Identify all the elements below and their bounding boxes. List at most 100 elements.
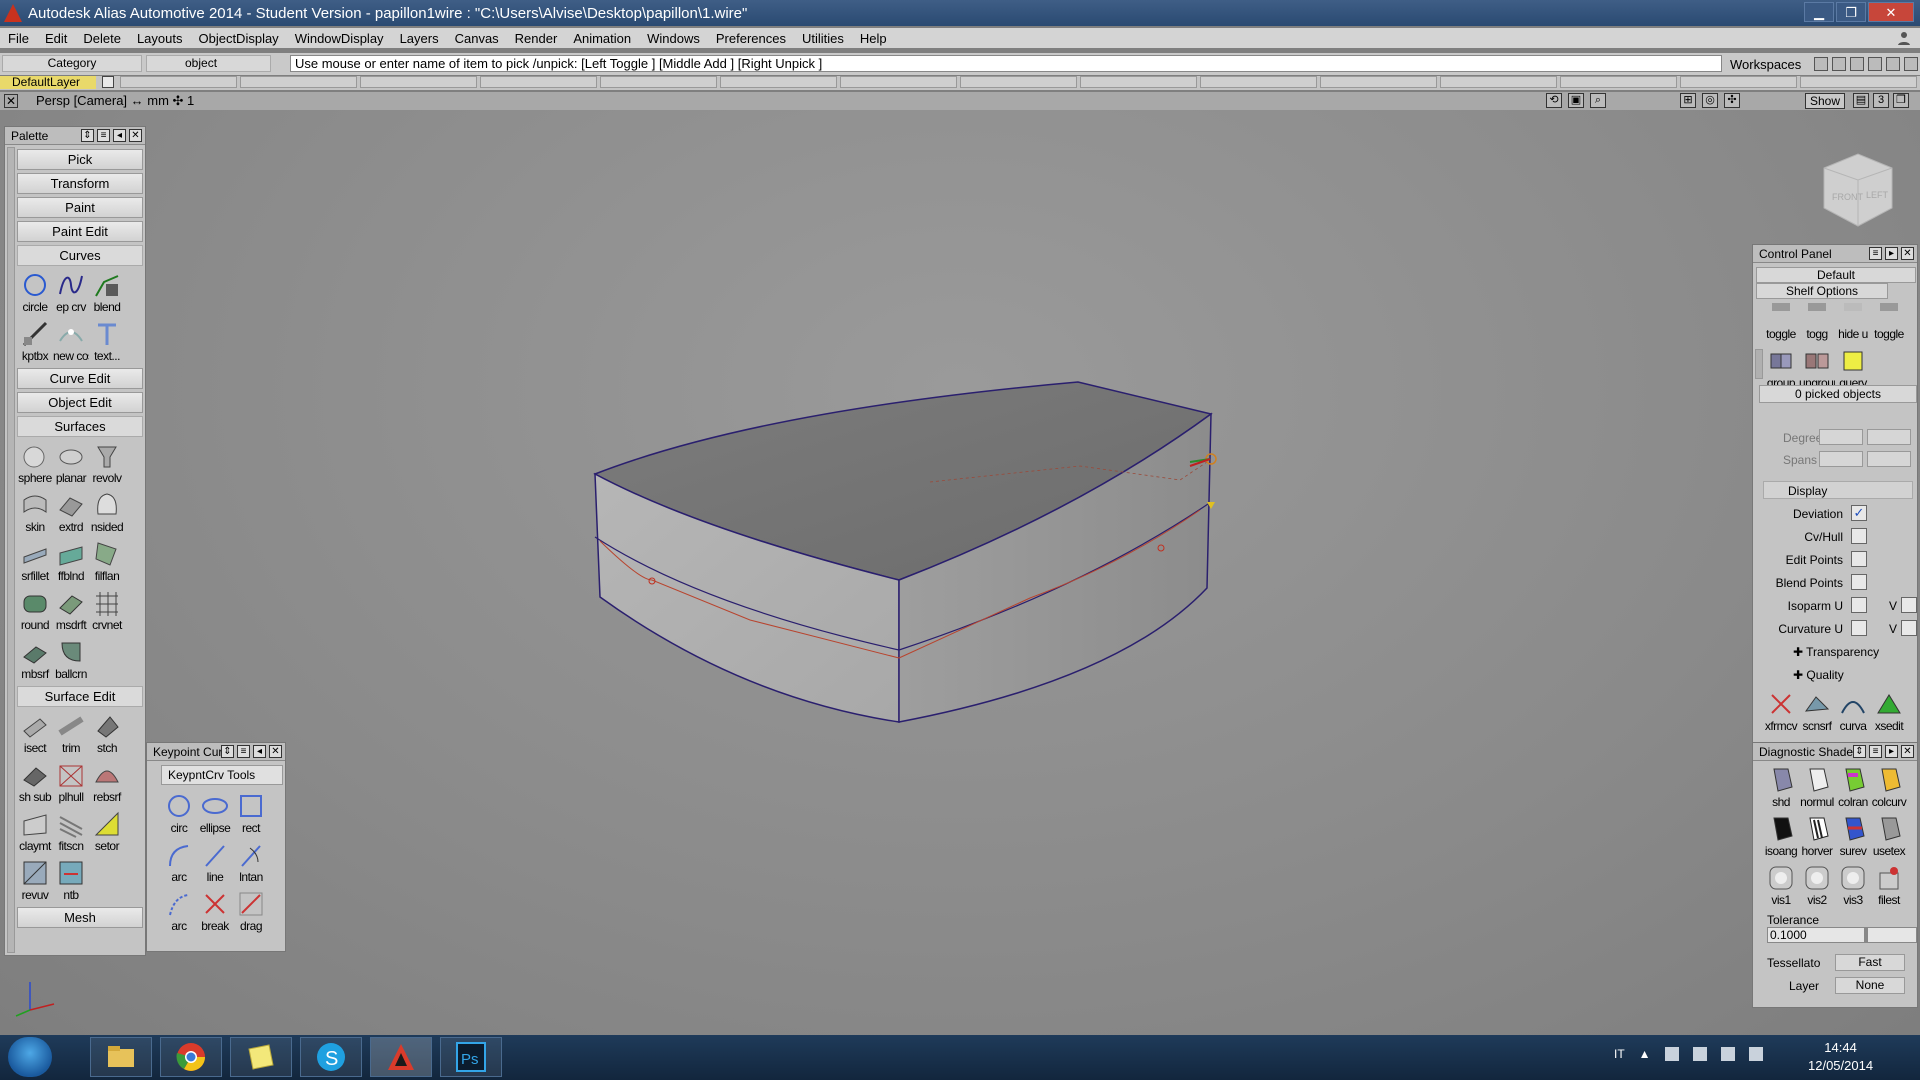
zoom-icon[interactable]: ⌕	[1590, 93, 1606, 108]
rectangle-tool[interactable]: rect	[233, 789, 269, 838]
set-orientation-tool[interactable]: setor	[89, 807, 125, 856]
frame-icon[interactable]: ⊞	[1680, 93, 1696, 108]
paint-button[interactable]: Paint	[17, 197, 143, 218]
curvature-tool[interactable]: curva	[1835, 687, 1871, 736]
photoshop-taskbar-button[interactable]: Ps	[440, 1037, 502, 1077]
shell-subtract-tool[interactable]: sh sub	[17, 758, 53, 807]
skin-tool[interactable]: skin	[17, 488, 53, 537]
list-icon[interactable]: ≡	[1869, 247, 1882, 260]
use-texture-tool[interactable]: usetex	[1871, 812, 1907, 861]
menu-edit[interactable]: Edit	[37, 31, 75, 46]
curve-network-tool[interactable]: crvnet	[89, 586, 125, 635]
drag-tool[interactable]: drag	[233, 887, 269, 936]
menu-preferences[interactable]: Preferences	[708, 31, 794, 46]
layer-slot[interactable]	[1440, 76, 1557, 88]
layout-single-icon[interactable]: ▤	[1853, 93, 1869, 108]
list-icon[interactable]: ≡	[237, 745, 250, 758]
layer-slot[interactable]	[360, 76, 477, 88]
line-tangent-tool[interactable]: lntan	[233, 838, 269, 887]
layer-slot[interactable]	[720, 76, 837, 88]
horizontal-vertical-tool[interactable]: horver	[1799, 812, 1835, 861]
camera-label[interactable]: Persp [Camera] ↔ mm ✣ 1	[36, 93, 194, 109]
track-icon[interactable]: ▣	[1568, 93, 1584, 108]
snap-icon[interactable]	[1832, 57, 1846, 71]
sort-icon[interactable]: ⇕	[221, 745, 234, 758]
sort-icon[interactable]: ⇕	[1853, 745, 1866, 758]
layer-slot[interactable]	[1200, 76, 1317, 88]
tolerance-field[interactable]: 0.1000	[1767, 927, 1917, 943]
sort-icon[interactable]: ⇕	[81, 129, 94, 142]
degree-u-field[interactable]	[1819, 429, 1863, 445]
close-icon[interactable]: ✕	[1901, 247, 1914, 260]
keypoint-box-tool[interactable]: kptbx	[17, 317, 53, 366]
planar-hull-tool[interactable]: plhull	[53, 758, 89, 807]
menu-layouts[interactable]: Layouts	[129, 31, 191, 46]
layer-slot[interactable]	[120, 76, 237, 88]
stitch-tool[interactable]: stch	[89, 709, 125, 758]
viewport-close-button[interactable]: ✕	[4, 94, 18, 108]
isoangle-tool[interactable]: isoang	[1763, 812, 1799, 861]
hide-unselected-tool[interactable]: hide u	[1835, 295, 1871, 344]
layer-slot[interactable]	[960, 76, 1077, 88]
rebuild-surface-tool[interactable]: rebsrf	[89, 758, 125, 807]
paint-edit-button[interactable]: Paint Edit	[17, 221, 143, 242]
nsided-tool[interactable]: nsided	[89, 488, 125, 537]
curves-section[interactable]: Curves	[17, 245, 143, 266]
deviation-checkbox[interactable]: ✓	[1851, 505, 1867, 521]
close-button[interactable]: ✕	[1868, 2, 1914, 22]
shaded-tool[interactable]: shd	[1763, 763, 1799, 812]
surfaces-section[interactable]: Surfaces	[17, 416, 143, 437]
action-center-icon[interactable]	[1748, 1047, 1763, 1061]
layer-slot[interactable]	[1800, 76, 1917, 88]
object-edit-button[interactable]: Object Edit	[17, 392, 143, 413]
keypoint-circle-tool[interactable]: circ	[161, 789, 197, 838]
break-tool[interactable]: break	[197, 887, 233, 936]
ep-curve-tool[interactable]: ep crv	[53, 268, 89, 317]
notes-taskbar-button[interactable]	[230, 1037, 292, 1077]
control-panel-scrollbar[interactable]	[1755, 349, 1763, 379]
close-icon[interactable]: ✕	[1901, 745, 1914, 758]
signal-icon[interactable]	[1720, 1047, 1735, 1061]
expand-icon[interactable]: ▸	[1885, 745, 1898, 758]
fit-scan-tool[interactable]: fitscn	[53, 807, 89, 856]
layer-slot[interactable]	[840, 76, 957, 88]
spans-u-field[interactable]	[1819, 451, 1863, 467]
network-adapter-icon[interactable]	[1664, 1047, 1679, 1061]
arrow-right-icon[interactable]	[1904, 57, 1918, 71]
text-tool[interactable]: text...	[89, 317, 125, 366]
expand-icon[interactable]: ▸	[1885, 247, 1898, 260]
category-field[interactable]: Category	[2, 55, 142, 72]
menu-delete[interactable]: Delete	[75, 31, 129, 46]
cross-section-edit-tool[interactable]: xsedit	[1871, 687, 1907, 736]
show-hidden-icons[interactable]: ▲	[1639, 1047, 1651, 1061]
sphere-tool[interactable]: sphere	[17, 439, 53, 488]
color-curvature-tool[interactable]: colcurv	[1871, 763, 1907, 812]
layer-slot[interactable]	[1680, 76, 1797, 88]
color-random-tool[interactable]: colran	[1835, 763, 1871, 812]
tolerance-slider-knob[interactable]	[1864, 928, 1868, 942]
ntb-tool[interactable]: ntb	[53, 856, 89, 905]
ball-corner-tool[interactable]: ballcrn	[53, 635, 89, 684]
arc-tool[interactable]: arc	[161, 838, 197, 887]
palette-scrollbar[interactable]	[7, 147, 15, 953]
user-icon[interactable]	[1896, 30, 1912, 46]
grid-icon[interactable]	[1850, 57, 1864, 71]
degree-v-field[interactable]	[1867, 429, 1911, 445]
freeform-blend-tool[interactable]: ffblnd	[53, 537, 89, 586]
skype-taskbar-button[interactable]: S	[300, 1037, 362, 1077]
menu-utilities[interactable]: Utilities	[794, 31, 852, 46]
surface-evaluate-tool[interactable]: surev	[1835, 812, 1871, 861]
close-icon[interactable]: ✕	[129, 129, 142, 142]
alias-taskbar-button[interactable]	[370, 1037, 432, 1077]
quality-expander[interactable]: ✚ Quality	[1793, 668, 1844, 682]
curvature-v-checkbox[interactable]	[1901, 620, 1917, 636]
fillet-flange-tool[interactable]: filflan	[89, 537, 125, 586]
multi-blend-surface-tool[interactable]: mbsrf	[17, 635, 53, 684]
file-set-tool[interactable]: filest	[1871, 861, 1907, 910]
tumble-icon[interactable]: ⟲	[1546, 93, 1562, 108]
vis1-tool[interactable]: vis1	[1763, 861, 1799, 910]
layer-slot[interactable]	[1320, 76, 1437, 88]
layer-visibility-checkbox[interactable]	[102, 76, 114, 88]
menu-layers[interactable]: Layers	[392, 31, 447, 46]
picked-objects-dropdown[interactable]: 0 picked objects	[1759, 385, 1917, 403]
